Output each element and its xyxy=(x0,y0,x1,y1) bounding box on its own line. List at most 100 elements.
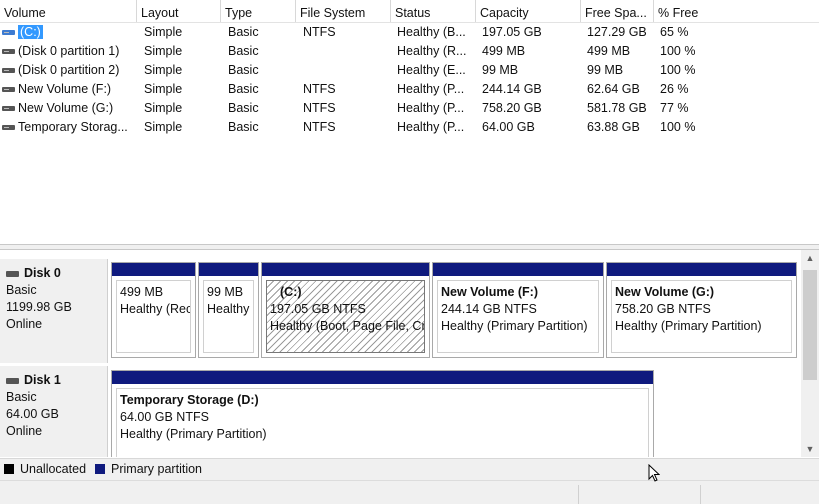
volume-percent-free: 77 % xyxy=(660,101,689,115)
column-header-row: Volume Layout Type File System Status Ca… xyxy=(0,0,819,23)
partition-recovery[interactable]: 499 MB Healthy (Recovery Partition) xyxy=(111,262,196,358)
volume-row[interactable]: (Disk 0 partition 2) Simple Basic Health… xyxy=(0,61,819,80)
status-divider xyxy=(578,485,579,504)
volume-file-system: NTFS xyxy=(303,25,336,39)
partition-g[interactable]: New Volume (G:) 758.20 GB NTFS Healthy (… xyxy=(606,262,797,358)
volume-row[interactable]: New Volume (G:) Simple Basic NTFS Health… xyxy=(0,99,819,118)
partition-title: New Volume (F:) xyxy=(441,285,538,299)
disk-1-label[interactable]: Disk 1 Basic 64.00 GB Online xyxy=(0,366,108,457)
volume-free-space: 581.78 GB xyxy=(587,101,647,115)
volume-row[interactable]: Temporary Storag... Simple Basic NTFS He… xyxy=(0,118,819,137)
column-header-free-space[interactable]: Free Spa... xyxy=(581,0,654,22)
volume-layout: Simple xyxy=(144,82,183,96)
arrow-up-icon[interactable]: ▲ xyxy=(801,250,819,266)
partition-f[interactable]: New Volume (F:) 244.14 GB NTFS Healthy (… xyxy=(432,262,604,358)
column-header-file-system[interactable]: File System xyxy=(296,0,391,22)
drive-icon xyxy=(2,87,15,92)
volume-file-system: NTFS xyxy=(303,101,336,115)
partition-status: Healthy (Boot, Page File, Crash Dump, Pr… xyxy=(270,319,425,333)
disk-0-label[interactable]: Disk 0 Basic 1199.98 GB Online xyxy=(0,259,108,363)
volume-layout: Simple xyxy=(144,101,183,115)
column-header-status[interactable]: Status xyxy=(391,0,476,22)
partition-size: 197.05 GB NTFS xyxy=(270,302,366,316)
partition-d[interactable]: Temporary Storage (D:) 64.00 GB NTFS Hea… xyxy=(111,370,654,457)
disk-name: Disk 0 xyxy=(24,266,61,280)
column-header-layout[interactable]: Layout xyxy=(137,0,221,22)
column-header-type[interactable]: Type xyxy=(221,0,296,22)
scroll-thumb[interactable] xyxy=(803,270,817,380)
volume-capacity: 64.00 GB xyxy=(482,120,535,134)
mouse-cursor-icon xyxy=(648,464,660,482)
volume-percent-free: 100 % xyxy=(660,120,696,134)
legend: Unallocated Primary partition xyxy=(0,458,819,480)
volume-percent-free: 100 % xyxy=(660,44,696,58)
drive-icon xyxy=(2,49,15,54)
volume-status: Healthy (P... xyxy=(397,82,465,96)
partition-status: Healthy (Primary Partition) xyxy=(120,427,267,441)
volume-status: Healthy (P... xyxy=(397,101,465,115)
legend-label: Unallocated xyxy=(20,462,87,476)
column-header-capacity[interactable]: Capacity xyxy=(476,0,581,22)
volume-row[interactable]: (Disk 0 partition 1) Simple Basic Health… xyxy=(0,42,819,61)
volume-free-space: 127.29 GB xyxy=(587,25,647,39)
disk-map-scrollbar[interactable]: ▲ ▼ xyxy=(801,250,819,457)
status-divider xyxy=(700,485,701,504)
volume-type: Basic xyxy=(228,63,259,77)
volume-list[interactable]: Volume Layout Type File System Status Ca… xyxy=(0,0,819,244)
volume-name: (Disk 0 partition 2) xyxy=(18,63,120,77)
volume-row[interactable]: New Volume (F:) Simple Basic NTFS Health… xyxy=(0,80,819,99)
partition-size: 99 MB xyxy=(207,285,244,299)
volume-file-system: NTFS xyxy=(303,82,336,96)
disk-icon xyxy=(6,270,19,277)
disk-state: Online xyxy=(6,424,43,438)
volume-layout: Simple xyxy=(144,25,183,39)
drive-icon xyxy=(2,125,15,130)
disk-size: 1199.98 GB xyxy=(6,300,72,314)
partition-size: 758.20 GB NTFS xyxy=(615,302,711,316)
volume-free-space: 63.88 GB xyxy=(587,120,640,134)
legend-swatch xyxy=(4,464,14,474)
arrow-down-icon[interactable]: ▼ xyxy=(801,441,819,457)
partition-efi[interactable]: 99 MB Healthy (EFI System Partition) xyxy=(198,262,259,358)
volume-status: Healthy (B... xyxy=(397,25,466,39)
partition-bar xyxy=(262,263,429,276)
volume-layout: Simple xyxy=(144,44,183,58)
volume-name: New Volume (G:) xyxy=(18,101,114,115)
disk-size: 64.00 GB xyxy=(6,407,59,421)
volume-status: Healthy (R... xyxy=(397,44,467,58)
partition-status: Healthy (Primary Partition) xyxy=(441,319,588,333)
column-header-percent-free[interactable]: % Free xyxy=(654,0,819,22)
column-header-volume[interactable]: Volume xyxy=(0,0,137,22)
partition-title: New Volume (G:) xyxy=(615,285,715,299)
volume-status: Healthy (P... xyxy=(397,120,465,134)
disk-map: Disk 0 Basic 1199.98 GB Online 499 MB He… xyxy=(0,250,801,457)
disk-icon xyxy=(6,377,19,384)
volume-file-system: NTFS xyxy=(303,120,336,134)
partition-title: (C:) xyxy=(280,285,302,299)
partition-bar xyxy=(112,371,653,384)
volume-layout: Simple xyxy=(144,63,183,77)
disk-name: Disk 1 xyxy=(24,373,61,387)
volume-type: Basic xyxy=(228,101,259,115)
partition-c[interactable]: (C:) 197.05 GB NTFS Healthy (Boot, Page … xyxy=(261,262,430,358)
status-bar xyxy=(0,480,819,504)
partition-bar xyxy=(112,263,195,276)
partition-size: 499 MB xyxy=(120,285,164,299)
volume-name: New Volume (F:) xyxy=(18,82,112,96)
volume-percent-free: 100 % xyxy=(660,63,696,77)
partition-bar xyxy=(199,263,258,276)
volume-percent-free: 26 % xyxy=(660,82,689,96)
volume-type: Basic xyxy=(228,25,259,39)
partition-status: Healthy (EFI System Partition) xyxy=(207,302,253,316)
partition-size: 64.00 GB NTFS xyxy=(120,410,209,424)
drive-icon xyxy=(2,106,15,111)
volume-percent-free: 65 % xyxy=(660,25,689,39)
volume-capacity: 244.14 GB xyxy=(482,82,542,96)
disk-type: Basic xyxy=(6,390,37,404)
partition-size: 244.14 GB NTFS xyxy=(441,302,537,316)
volume-free-space: 499 MB xyxy=(587,44,631,58)
volume-name: Temporary Storag... xyxy=(18,120,128,134)
volume-name: (C:) xyxy=(18,25,43,39)
volume-row[interactable]: (C:) Simple Basic NTFS Healthy (B... 197… xyxy=(0,23,819,42)
volume-type: Basic xyxy=(228,82,259,96)
